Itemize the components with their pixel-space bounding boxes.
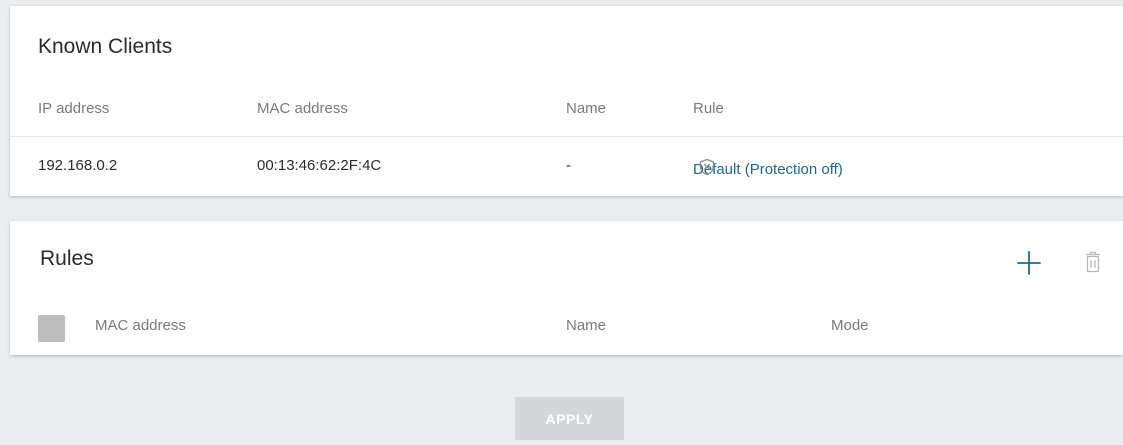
column-header-rule: Rule <box>693 100 724 117</box>
known-clients-title: Known Clients <box>38 35 173 58</box>
rules-card: Rules MAC address Name Mode <box>10 221 1123 355</box>
apply-button[interactable]: APPLY <box>515 397 624 440</box>
delete-rule-button[interactable] <box>1084 250 1102 274</box>
column-header-mac: MAC address <box>257 100 348 117</box>
header-divider <box>10 136 1123 137</box>
rules-column-mac: MAC address <box>95 317 186 334</box>
column-header-name: Name <box>566 100 607 117</box>
known-clients-card: Known Clients IP address MAC address Nam… <box>10 6 1123 196</box>
rules-column-mode: Mode <box>831 317 869 334</box>
select-all-checkbox[interactable] <box>38 315 65 342</box>
column-header-ip: IP address <box>38 100 110 117</box>
client-ip: 192.168.0.2 <box>38 157 118 174</box>
add-rule-button[interactable] <box>1015 249 1043 277</box>
client-mac: 00:13:46:62:2F:4C <box>257 157 382 174</box>
rules-column-name: Name <box>566 317 607 334</box>
client-name: - <box>566 157 571 174</box>
shield-off-icon <box>699 158 715 176</box>
rules-title: Rules <box>40 247 94 270</box>
